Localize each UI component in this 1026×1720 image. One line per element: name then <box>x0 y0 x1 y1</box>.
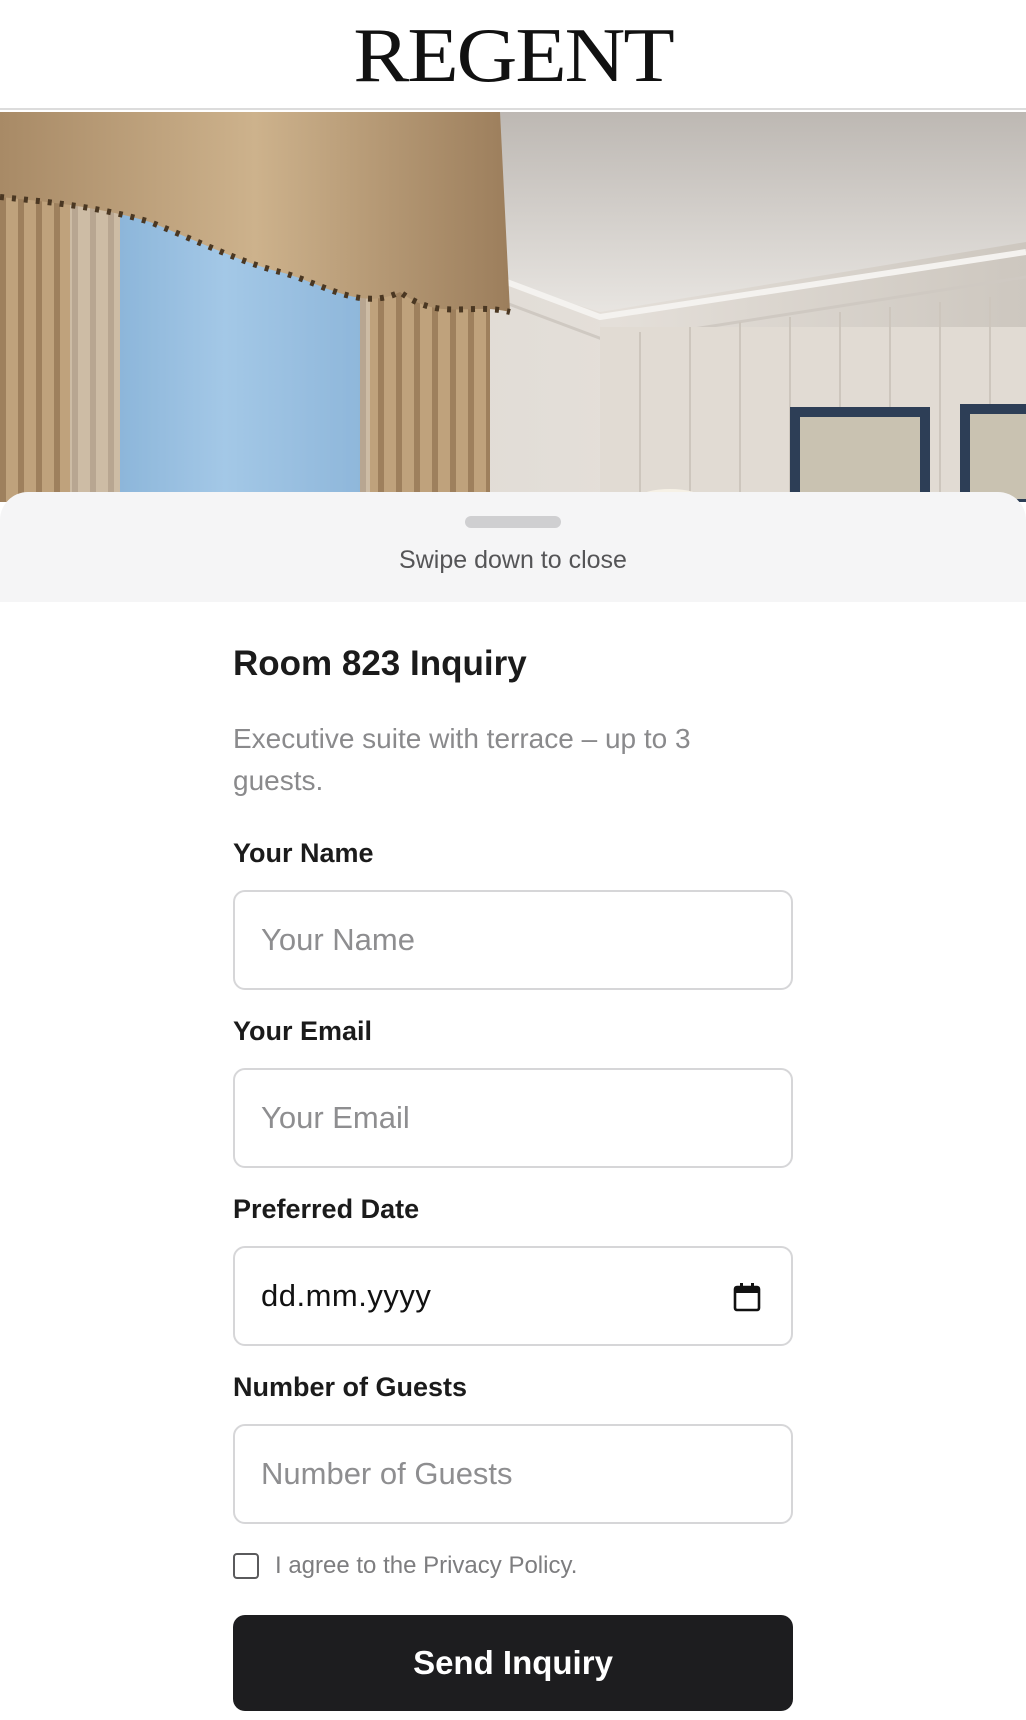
privacy-checkbox[interactable] <box>233 1553 259 1579</box>
bottom-sheet-header[interactable]: Swipe down to close <box>0 492 1026 602</box>
room-hero-image <box>0 112 1026 502</box>
privacy-label[interactable]: I agree to the Privacy Policy. <box>275 1552 577 1580</box>
name-field[interactable] <box>233 890 793 990</box>
calendar-icon[interactable] <box>733 1282 761 1312</box>
email-input[interactable] <box>261 1100 791 1136</box>
email-label: Your Email <box>233 1016 373 1046</box>
form-title: Room 823 Inquiry <box>233 644 527 683</box>
regent-logo[interactable]: REGENT <box>353 17 674 94</box>
name-input[interactable] <box>261 922 791 958</box>
header: REGENT <box>0 0 1026 110</box>
date-input-value[interactable]: dd.mm.yyyy <box>261 1278 431 1314</box>
guests-label: Number of Guests <box>233 1372 468 1402</box>
privacy-consent[interactable]: I agree to the Privacy Policy. <box>233 1552 577 1580</box>
inquiry-sheet: Room 823 Inquiry Executive suite with te… <box>0 602 1026 1720</box>
date-field[interactable]: dd.mm.yyyy <box>233 1246 793 1346</box>
logo-text: REGENT <box>353 12 674 99</box>
name-label: Your Name <box>233 838 374 868</box>
email-field[interactable] <box>233 1068 793 1168</box>
guests-input[interactable] <box>261 1456 791 1492</box>
drag-handle[interactable] <box>465 516 561 528</box>
swipe-hint: Swipe down to close <box>399 546 627 574</box>
guests-field[interactable] <box>233 1424 793 1524</box>
form-subtitle: Executive suite with terrace – up to 3 g… <box>233 723 691 796</box>
date-label: Preferred Date <box>233 1194 420 1224</box>
send-inquiry-button[interactable]: Send Inquiry <box>233 1615 793 1711</box>
